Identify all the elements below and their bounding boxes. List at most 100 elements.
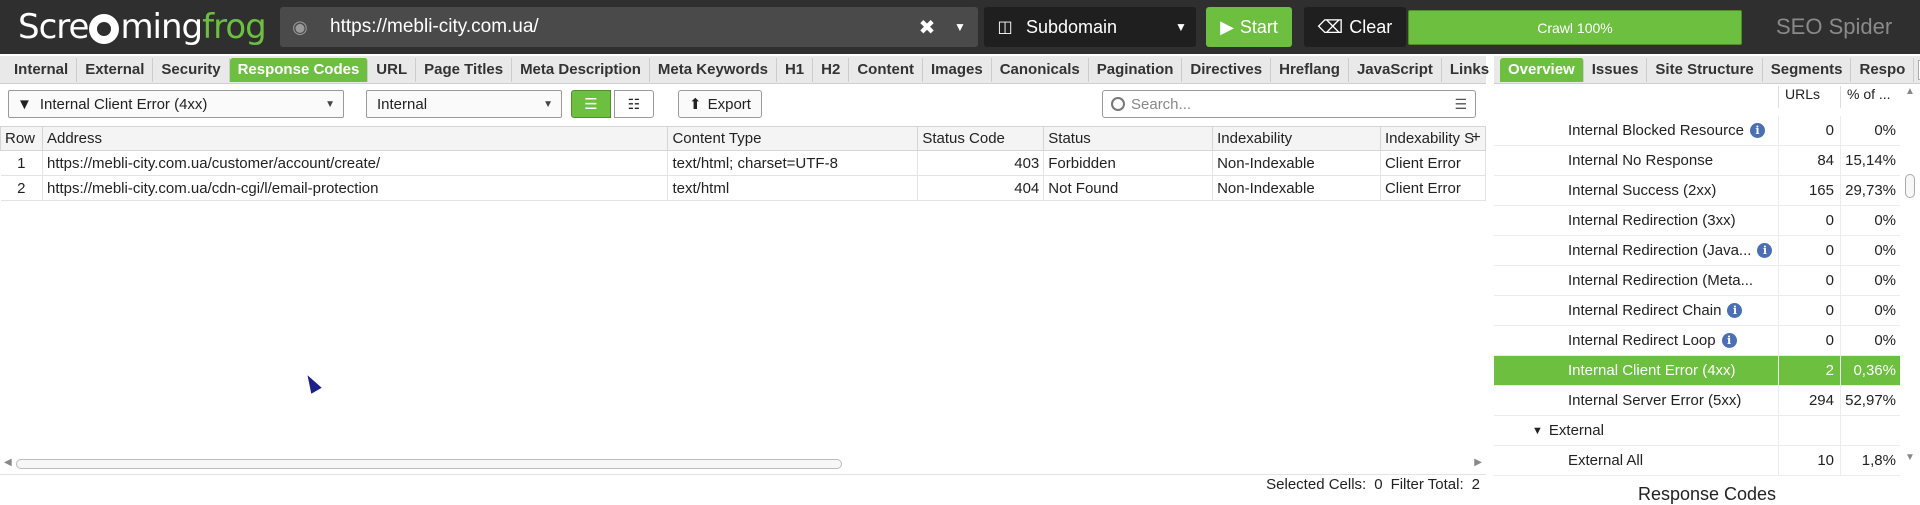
tab-h1[interactable]: H1	[777, 57, 814, 82]
vertical-scrollbar[interactable]: ▲ ▼	[1902, 86, 1918, 466]
column-header-status[interactable]: Status	[1043, 126, 1214, 151]
scroll-down-icon[interactable]: ▼	[1905, 452, 1915, 463]
cell-row[interactable]: 1	[0, 150, 43, 176]
url-history-dropdown-icon[interactable]: ▼	[942, 20, 978, 34]
cell-address[interactable]: https://mebli-city.com.ua/cdn-cgi/l/emai…	[42, 175, 669, 201]
scope-select[interactable]: Internal ▼	[366, 90, 562, 118]
cell-content-type[interactable]: text/html; charset=UTF-8	[667, 150, 919, 176]
results-table: Row Address Content Type Status Code Status I…	[0, 126, 1487, 201]
info-icon[interactable]: i	[1757, 243, 1773, 258]
filter-select[interactable]: ▼ Internal Client Error (4xx) ▼	[8, 90, 344, 118]
tab-javascript[interactable]: JavaScript	[1349, 57, 1442, 82]
clear-button[interactable]: ⌫ Clear	[1304, 7, 1406, 47]
column-header-content-type[interactable]: Content Type	[667, 126, 919, 151]
search-options-icon[interactable]: ☰	[1454, 96, 1467, 113]
overview-item-label-cell: Internal Redirect Loop i	[1494, 326, 1779, 355]
tab-page-titles[interactable]: Page Titles	[416, 57, 513, 82]
overview-item-label: External All	[1568, 452, 1644, 469]
overview-item-internal-blocked-resource[interactable]: Internal Blocked Resource i 0 0%	[1494, 116, 1900, 146]
cell-status-code[interactable]: 403	[917, 150, 1045, 176]
scroll-up-icon[interactable]: ▲	[1905, 86, 1915, 97]
overview-item-percent: 0,36%	[1853, 362, 1896, 379]
column-header-row[interactable]: Row	[0, 126, 43, 151]
overview-item-label-cell: Internal Server Error (5xx)	[1494, 386, 1779, 415]
start-button[interactable]: ▶ Start	[1206, 7, 1292, 47]
cell-status[interactable]: Forbidden	[1043, 150, 1214, 176]
col-urls[interactable]: URLs	[1779, 86, 1841, 108]
cell-status[interactable]: Not Found	[1043, 175, 1214, 201]
tab-issues[interactable]: Issues	[1584, 57, 1648, 82]
tab-response-codes[interactable]: Response Codes	[229, 57, 369, 82]
info-icon[interactable]: i	[1721, 333, 1737, 348]
tab-directives[interactable]: Directives	[1182, 57, 1272, 82]
table-row[interactable]: 2 https://mebli-city.com.ua/cdn-cgi/l/ema…	[0, 175, 1487, 201]
column-header-indexability[interactable]: Indexability	[1212, 126, 1381, 151]
col-percent[interactable]: % of ...	[1841, 86, 1901, 108]
overview-item-internal-success-2xx[interactable]: Internal Success (2xx) 165 29,73%	[1494, 176, 1900, 206]
overview-item-internal-redirect-loop[interactable]: Internal Redirect Loop i 0 0%	[1494, 326, 1900, 356]
table-row[interactable]: 1 https://mebli-city.com.ua/customer/acco…	[0, 150, 1487, 176]
overview-item-internal-redirect-chain[interactable]: Internal Redirect Chain i 0 0%	[1494, 296, 1900, 326]
overview-item-percent: 52,97%	[1845, 392, 1896, 409]
cell-row[interactable]: 2	[0, 175, 43, 201]
overview-item-label: Internal Blocked Resource	[1568, 122, 1744, 139]
scroll-right-icon[interactable]: ▶	[1474, 457, 1482, 468]
cell-indexability-s[interactable]: Client Error	[1380, 150, 1487, 176]
cell-indexability[interactable]: Non-Indexable	[1212, 175, 1381, 201]
tab-meta-keywords[interactable]: Meta Keywords	[650, 57, 777, 82]
info-icon[interactable]: i	[1727, 303, 1743, 318]
url-text[interactable]: https://mebli-city.com.ua/	[330, 16, 912, 38]
url-input[interactable]: ◉ https://mebli-city.com.ua/ ✖ ▼	[280, 7, 978, 47]
info-icon[interactable]: i	[1749, 123, 1765, 138]
cell-address[interactable]: https://mebli-city.com.ua/customer/accou…	[42, 150, 669, 176]
list-view-button[interactable]: ☰	[571, 90, 611, 118]
overview-item-urls: 0	[1779, 296, 1841, 325]
overview-item-internal-no-response[interactable]: Internal No Response 84 15,14%	[1494, 146, 1900, 176]
tab-respo[interactable]: Respo	[1851, 57, 1915, 82]
chevron-down-icon: ▼	[325, 98, 335, 110]
column-header-address[interactable]: Address	[41, 126, 669, 151]
tab-segments[interactable]: Segments	[1763, 57, 1852, 82]
search-input[interactable]: Search... ☰	[1102, 90, 1476, 118]
status-bar: Selected Cells: 0 Filter Total: 2	[0, 474, 1486, 494]
tab-url[interactable]: URL	[368, 57, 417, 82]
tab-internal[interactable]: Internal	[6, 57, 78, 82]
tab-site-structure[interactable]: Site Structure	[1647, 57, 1763, 82]
tab-content[interactable]: Content	[849, 57, 923, 82]
tab-external[interactable]: External	[77, 57, 154, 82]
overview-item-percent: 15,14%	[1845, 152, 1896, 169]
overview-item-label: Internal Redirect Chain	[1568, 302, 1722, 319]
overview-item-internal-redirection-meta[interactable]: Internal Redirection (Meta... 0 0%	[1494, 266, 1900, 296]
overview-item-external[interactable]: ▼ External	[1494, 416, 1900, 446]
tab-canonicals[interactable]: Canonicals	[992, 57, 1089, 82]
tab-pagination[interactable]: Pagination	[1089, 57, 1183, 82]
export-button[interactable]: ⬆ Export	[678, 90, 762, 118]
cell-status-code[interactable]: 404	[917, 175, 1045, 201]
scroll-left-icon[interactable]: ◀	[4, 457, 12, 468]
crawl-mode-select[interactable]: ◫ Subdomain ▼	[984, 7, 1196, 47]
scrollbar-thumb[interactable]	[16, 459, 842, 469]
scrollbar-thumb[interactable]	[1905, 174, 1915, 198]
tree-view-button[interactable]: ☷	[614, 90, 654, 118]
overview-item-external-all[interactable]: External All 10 1,8%	[1494, 446, 1900, 476]
tab-images[interactable]: Images	[923, 57, 992, 82]
overview-item-label-cell: ▼ External	[1494, 416, 1779, 445]
clear-url-icon[interactable]: ✖	[912, 15, 942, 40]
overview-item-internal-redirection-java[interactable]: Internal Redirection (Java... i 0 0%	[1494, 236, 1900, 266]
column-header-status-code[interactable]: Status Code	[917, 126, 1045, 151]
tab-h2[interactable]: H2	[813, 57, 850, 82]
horizontal-scrollbar[interactable]: ◀ ▶	[4, 457, 1482, 471]
cell-indexability-s[interactable]: Client Error	[1380, 175, 1487, 201]
tab-links[interactable]: Links	[1442, 57, 1499, 82]
overview-item-internal-client-error-4xx[interactable]: Internal Client Error (4xx) 2 0,36%	[1494, 356, 1900, 386]
overview-item-internal-redirection-3xx[interactable]: Internal Redirection (3xx) 0 0%	[1494, 206, 1900, 236]
cell-indexability[interactable]: Non-Indexable	[1212, 150, 1381, 176]
overview-item-internal-server-error-5xx[interactable]: Internal Server Error (5xx) 294 52,97%	[1494, 386, 1900, 416]
tab-meta-description[interactable]: Meta Description	[512, 57, 650, 82]
tab-security[interactable]: Security	[153, 57, 230, 82]
add-column-icon[interactable]: +	[1466, 126, 1486, 150]
cell-content-type[interactable]: text/html	[667, 175, 919, 201]
tab-overview[interactable]: Overview	[1500, 57, 1584, 82]
tab-hreflang[interactable]: Hreflang	[1271, 57, 1349, 82]
collapse-icon[interactable]: ▼	[1532, 425, 1543, 437]
